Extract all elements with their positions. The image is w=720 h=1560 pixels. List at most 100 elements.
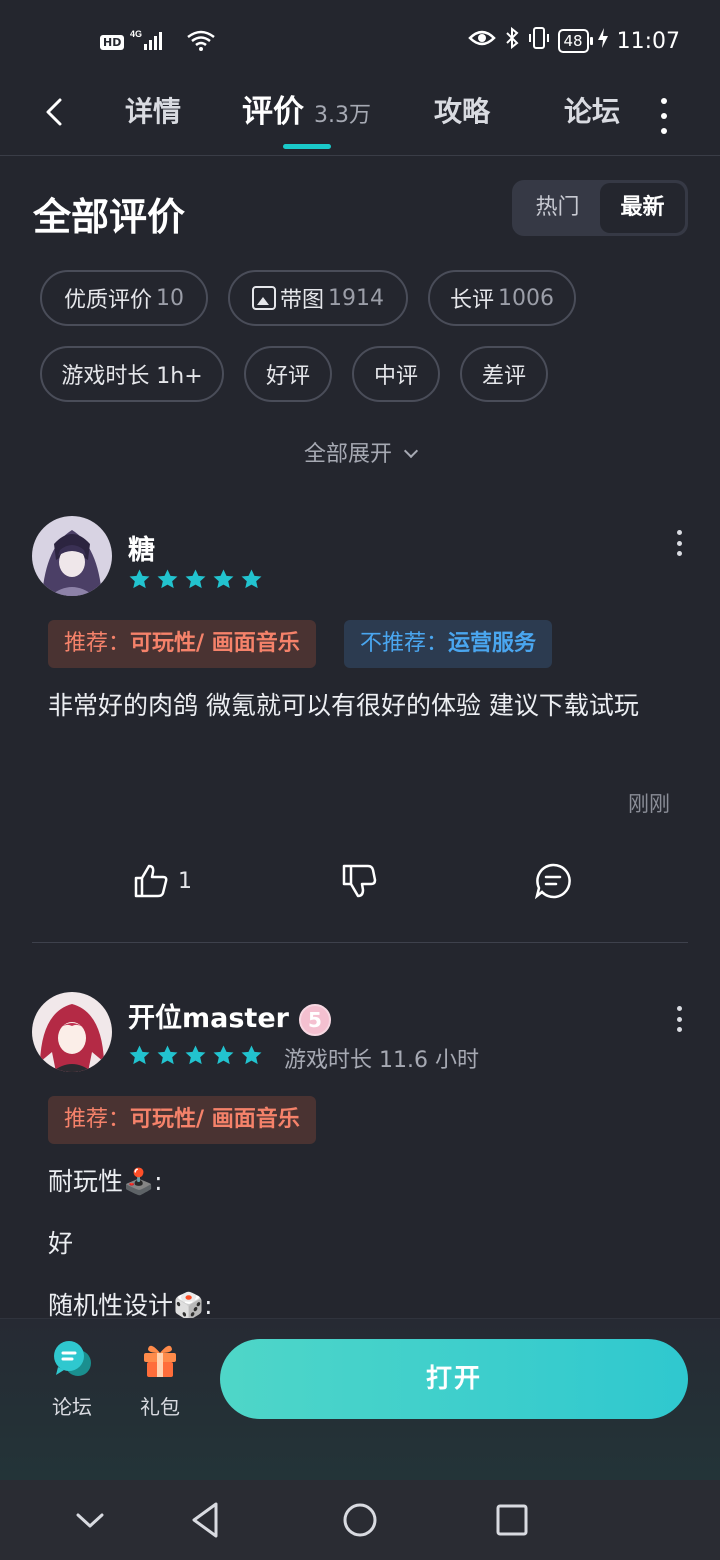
user-name-row: 开位master 5 xyxy=(128,996,331,1036)
tab-guides[interactable]: 攻略 xyxy=(434,92,490,132)
more-dot xyxy=(676,1006,682,1011)
filter-chip-neutral[interactable]: 中评 xyxy=(352,346,440,402)
hide-keyboard-icon[interactable] xyxy=(70,1500,110,1540)
star-icon xyxy=(213,569,234,589)
review-text[interactable]: 非常好的肉鸽 微氪就可以有很好的体验 建议下载试玩 xyxy=(48,684,678,727)
review-item: 糖 推荐：可玩性/ 画面音乐 不推荐：运营服务 非常好的肉鸽 微氪就可以有很好的… xyxy=(0,516,720,944)
forum-label: 论坛 xyxy=(52,1395,92,1419)
comment-button[interactable] xyxy=(534,862,572,900)
svg-text:4G: 4G xyxy=(130,29,142,39)
image-icon xyxy=(251,286,276,310)
star-icon xyxy=(157,1045,178,1065)
status-right: 48 11:07 xyxy=(467,26,680,56)
chip-label: 带图 xyxy=(279,288,324,313)
gift-icon xyxy=(144,1345,176,1377)
status-bar: HD 4G 48 11:07 xyxy=(0,0,720,80)
review-text-line[interactable]: 随机性设计🎲: xyxy=(48,1284,678,1318)
not-recommend-label: 不推荐： xyxy=(360,631,449,656)
chip-count: 10 xyxy=(156,285,184,311)
filter-chip-with-images[interactable]: 带图 1914 xyxy=(228,270,408,326)
vibrate-icon xyxy=(528,26,550,56)
tab-reviews[interactable]: 评价 3.3万 xyxy=(242,92,371,136)
bottom-action-bar: 论坛 礼包 打开 xyxy=(0,1318,720,1480)
battery-indicator: 48 xyxy=(557,29,593,53)
chip-count: 1006 xyxy=(498,285,554,311)
not-recommend-aspects: 运营服务 xyxy=(448,631,537,656)
more-dot xyxy=(676,1027,682,1032)
not-recommend-tag: 不推荐：运营服务 xyxy=(344,620,553,668)
chip-count: 1914 xyxy=(328,285,384,311)
forum-button[interactable]: 论坛 xyxy=(32,1319,112,1429)
signal-icon: 4G xyxy=(130,28,180,56)
eye-icon xyxy=(467,28,496,54)
back-arrow-icon xyxy=(46,98,62,126)
filter-chip-negative[interactable]: 差评 xyxy=(460,346,548,402)
chip-label: 优质评价 xyxy=(63,288,152,313)
rating-stars xyxy=(128,1044,263,1067)
sort-latest-option[interactable]: 最新 xyxy=(600,183,685,233)
gift-button[interactable]: 礼包 xyxy=(120,1319,200,1429)
filter-chip-playtime[interactable]: 游戏时长 1h+ xyxy=(40,346,224,402)
like-count: 1 xyxy=(178,868,192,894)
thumbs-up-icon xyxy=(134,864,168,898)
thumbs-down-icon xyxy=(342,864,377,898)
review-more-button[interactable] xyxy=(674,1006,684,1032)
user-name[interactable]: 开位master xyxy=(128,1003,289,1034)
expand-all-button[interactable]: 全部展开 xyxy=(0,436,720,468)
star-icon xyxy=(129,569,150,589)
more-dot xyxy=(676,551,682,556)
nav-recents-icon[interactable] xyxy=(492,1500,532,1540)
forum-icon xyxy=(54,1341,91,1376)
clock: 11:07 xyxy=(616,28,680,54)
expand-all-label: 全部展开 xyxy=(303,442,392,467)
star-icon xyxy=(241,569,262,589)
sort-toggle: 热门 最新 xyxy=(512,180,688,236)
like-button[interactable]: 1 xyxy=(132,862,192,900)
star-icon xyxy=(185,1045,206,1065)
review-text-line[interactable]: 耐玩性🕹️: xyxy=(48,1160,678,1203)
more-dot xyxy=(676,1016,682,1022)
level-badge: 5 xyxy=(298,1003,331,1036)
tab-forum[interactable]: 论坛 xyxy=(564,92,620,132)
back-button[interactable] xyxy=(36,92,76,132)
tab-details[interactable]: 详情 xyxy=(125,92,181,132)
review-text-line[interactable]: 好 xyxy=(48,1222,678,1265)
filter-chip-long[interactable]: 长评 1006 xyxy=(428,270,576,326)
review-actions: 1 xyxy=(0,856,720,906)
star-icon xyxy=(157,569,178,589)
more-dot xyxy=(661,113,667,119)
user-name[interactable]: 糖 xyxy=(128,528,155,567)
recommend-tag: 推荐：可玩性/ 画面音乐 xyxy=(48,1096,316,1144)
avatar[interactable] xyxy=(32,516,112,596)
star-icon xyxy=(129,1045,150,1065)
recommend-tag: 推荐：可玩性/ 画面音乐 xyxy=(48,620,316,668)
filter-chip-quality[interactable]: 优质评价 10 xyxy=(40,270,208,326)
avatar[interactable] xyxy=(32,992,112,1072)
chip-label: 长评 xyxy=(449,288,494,313)
review-more-button[interactable] xyxy=(674,530,684,556)
star-icon xyxy=(185,569,206,589)
system-navigation-bar xyxy=(0,1480,720,1560)
wifi-icon xyxy=(186,28,216,56)
bluetooth-icon xyxy=(504,26,520,56)
open-game-button[interactable]: 打开 xyxy=(220,1339,688,1419)
hd-indicator: HD xyxy=(100,34,125,50)
recommend-label: 推荐： xyxy=(64,631,131,656)
nav-home-icon[interactable] xyxy=(340,1500,380,1540)
sort-hot-option[interactable]: 热门 xyxy=(515,183,600,233)
chevron-down-icon xyxy=(403,443,419,459)
more-dot xyxy=(676,530,682,535)
section-title: 全部评价 xyxy=(33,195,186,239)
dislike-button[interactable] xyxy=(340,862,378,900)
tab-reviews-label: 评价 xyxy=(242,94,304,130)
status-left: HD 4G xyxy=(100,28,216,56)
review-item: 开位master 5 游戏时长 11.6 小时 推荐：可玩性/ 画面音乐 耐玩性🕹… xyxy=(0,992,720,1318)
top-nav: 详情 评价 3.3万 攻略 论坛 xyxy=(0,80,720,156)
nav-back-icon[interactable] xyxy=(186,1500,226,1540)
more-dot xyxy=(676,540,682,546)
star-icon xyxy=(241,1045,262,1065)
more-menu-button[interactable] xyxy=(652,96,676,136)
filter-chip-positive[interactable]: 好评 xyxy=(244,346,332,402)
recommend-aspects: 可玩性/ 画面音乐 xyxy=(130,1107,300,1132)
more-dot xyxy=(661,128,667,134)
